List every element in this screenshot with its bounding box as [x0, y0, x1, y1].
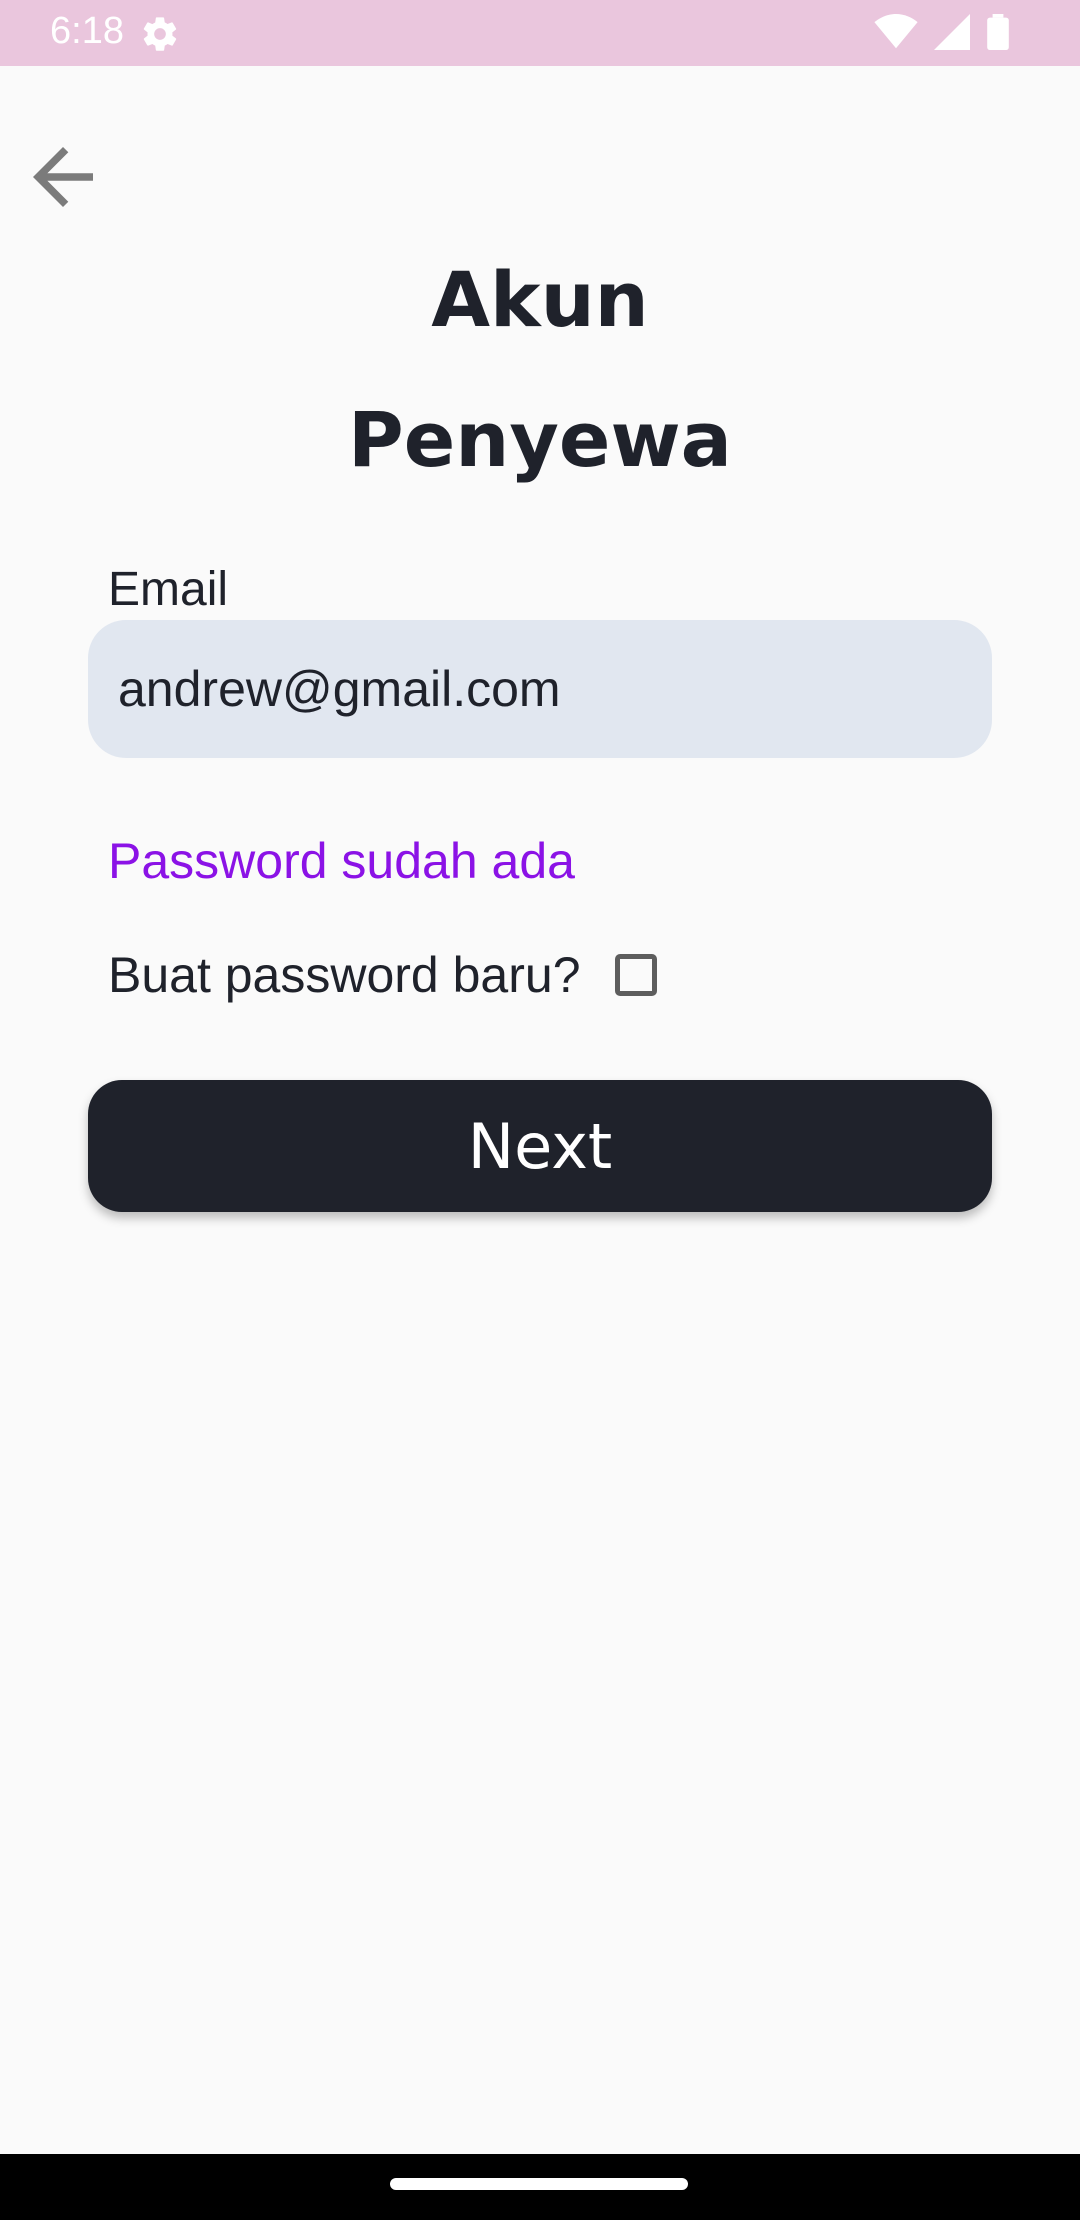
status-bar: 6:18 [0, 0, 1080, 66]
home-indicator[interactable] [390, 2178, 688, 2190]
wifi-icon [874, 13, 918, 55]
navigation-bar [0, 2154, 1080, 2220]
email-value: andrew@gmail.com [118, 661, 561, 717]
password-exists-text: Password sudah ada [108, 833, 575, 889]
status-time: 6:18 [50, 10, 124, 52]
page-title-line1: Akun [431, 255, 649, 344]
back-button[interactable] [18, 134, 108, 224]
page-title-line2: Penyewa [348, 395, 732, 484]
new-password-label: Buat password baru? [108, 947, 581, 1003]
new-password-checkbox[interactable] [614, 954, 657, 996]
email-field[interactable]: andrew@gmail.com [88, 620, 992, 758]
arrow-left-icon [18, 132, 108, 227]
next-button[interactable]: Next [88, 1080, 992, 1212]
battery-icon [986, 13, 1010, 55]
next-button-label: Next [467, 1109, 613, 1183]
gear-icon [140, 14, 180, 54]
status-icons [874, 13, 1010, 55]
new-password-row: Buat password baru? [108, 945, 657, 1005]
signal-icon [934, 13, 970, 55]
email-label: Email [108, 563, 229, 616]
